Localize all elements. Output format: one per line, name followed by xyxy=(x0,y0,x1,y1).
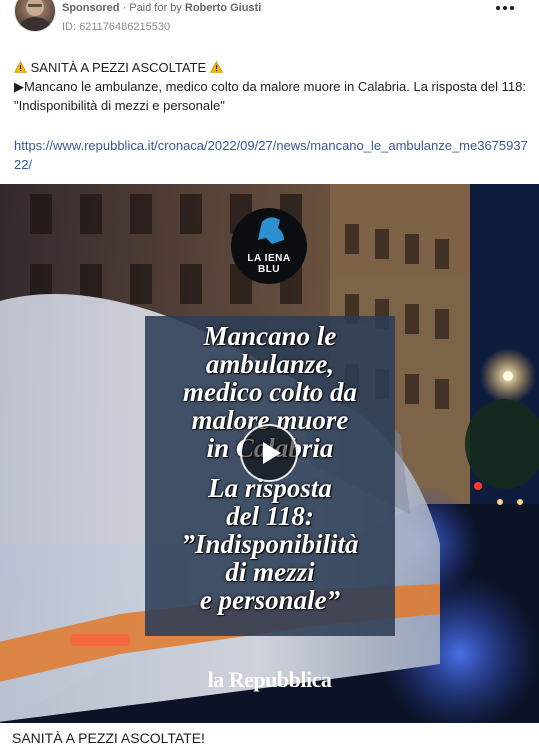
post-header: Sponsored · Paid for by Roberto Giusti I… xyxy=(0,0,539,44)
advertiser-name[interactable]: Roberto Giusti xyxy=(185,2,261,14)
sponsored-line: Sponsored · Paid for by Roberto Giusti xyxy=(62,2,261,14)
advertiser-avatar[interactable] xyxy=(14,0,56,32)
more-options-button[interactable] xyxy=(493,2,517,16)
play-icon xyxy=(263,442,281,464)
warning-icon xyxy=(209,61,223,73)
ad-id: ID: 621176486215530 xyxy=(62,21,171,33)
headline-line: Mancano le xyxy=(203,321,337,351)
more-horizontal-icon xyxy=(496,6,514,10)
sponsored-label: Sponsored xyxy=(62,2,120,14)
response-line: di mezzi xyxy=(225,557,315,587)
headline-line: ambulanze, xyxy=(205,349,335,379)
paid-for-label: · Paid for by xyxy=(119,2,185,14)
post-title-line: SANITÀ A PEZZI ASCOLTATE xyxy=(14,58,529,77)
video-thumbnail[interactable]: LA IENA BLU Mancano le ambulanze, medico… xyxy=(0,184,539,723)
source-logo: la Repubblica xyxy=(207,667,332,692)
response-line: ”Indisponibilità xyxy=(181,529,359,559)
response-line: del 118: xyxy=(226,501,314,531)
post-caption: SANITÀ A PEZZI ASCOLTATE! xyxy=(12,730,205,746)
post-title: SANITÀ A PEZZI ASCOLTATE xyxy=(30,60,207,75)
play-button[interactable] xyxy=(240,424,298,482)
article-link[interactable]: https://www.repubblica.it/cronaca/2022/0… xyxy=(14,136,534,174)
headline-line: medico colto da xyxy=(183,377,357,407)
response-line: e personale” xyxy=(199,585,341,615)
post-description: ▶Mancano le ambulanze, medico colto da m… xyxy=(14,79,526,113)
warning-icon xyxy=(14,61,27,73)
logo-text: LA IENA BLU xyxy=(247,253,291,275)
post-body: SANITÀ A PEZZI ASCOLTATE ▶Mancano le amb… xyxy=(14,58,529,115)
